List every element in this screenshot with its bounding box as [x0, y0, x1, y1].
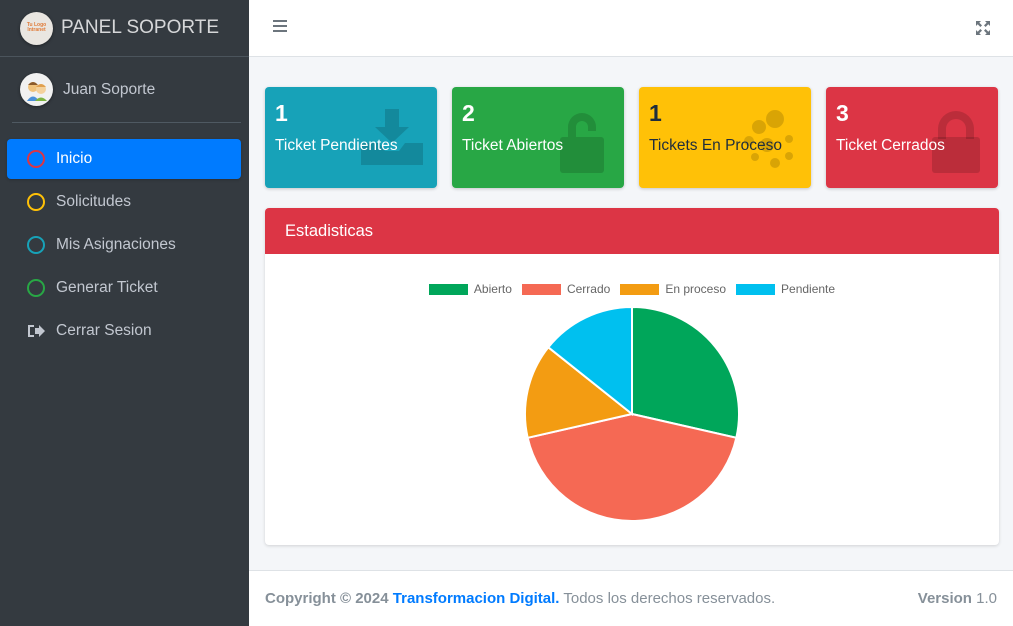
brand-title: PANEL SOPORTE	[61, 17, 220, 38]
legend-swatch	[736, 283, 776, 295]
version-label: Version	[917, 590, 972, 607]
footer: Copyright © 2024 Transformacion Digital.…	[249, 570, 1013, 626]
legend-item-pendiente[interactable]: Pendiente	[736, 282, 835, 296]
stat-label: Ticket Cerrados	[836, 137, 945, 154]
sidebar-item-generar-ticket[interactable]: Generar Ticket	[7, 268, 241, 308]
sidebar-item-label: Solicitudes	[56, 193, 131, 210]
user-panel[interactable]: Juan Soporte	[12, 57, 241, 123]
circle-icon	[27, 279, 45, 297]
stat-label: Ticket Pendientes	[275, 137, 398, 154]
sidebar-item-label: Cerrar Sesion	[56, 322, 152, 339]
company-link[interactable]: Transformacion Digital.	[393, 590, 560, 607]
stat-box-pendientes[interactable]: 1 Ticket Pendientes	[265, 87, 437, 188]
version-number: 1.0	[976, 590, 997, 607]
sidebar-item-inicio[interactable]: Inicio	[7, 139, 241, 179]
legend-label: Cerrado	[566, 282, 611, 296]
user-name: Juan Soporte	[63, 80, 156, 98]
legend-item-abierto[interactable]: Abierto	[428, 282, 512, 296]
brand-link[interactable]: Tu Logo Intranet PANEL SOPORTE	[0, 0, 249, 57]
fullscreen-icon[interactable]	[975, 20, 991, 36]
avatar-icon	[26, 81, 47, 101]
stat-label: Tickets En Proceso	[649, 137, 782, 154]
brand-logo: Tu Logo Intranet	[20, 11, 53, 45]
sidebar-item-solicitudes[interactable]: Solicitudes	[7, 182, 241, 222]
sidebar-item-label: Inicio	[56, 150, 93, 167]
circle-icon	[27, 193, 45, 211]
chart-legend: Abierto Cerrado En proceso Pendiente	[265, 282, 999, 296]
legend-swatch	[620, 283, 660, 295]
stat-boxes: 1 Ticket Pendientes 2 Ticket Abiertos 1 …	[265, 87, 998, 188]
legend-item-en-proceso[interactable]: En proceso	[620, 282, 726, 296]
legend-label: Pendiente	[781, 282, 836, 296]
sign-out-icon	[27, 322, 45, 340]
sidebar-item-mis-asignaciones[interactable]: Mis Asignaciones	[7, 225, 241, 265]
menu-toggle-icon[interactable]	[273, 20, 287, 34]
logo-text: Tu Logo Intranet	[26, 22, 47, 33]
card-title: Estadisticas	[265, 208, 999, 254]
legend-label: Abierto	[473, 282, 512, 296]
stat-label: Ticket Abiertos	[462, 137, 564, 154]
stat-box-en-proceso[interactable]: 1 Tickets En Proceso	[639, 87, 811, 188]
legend-label: En proceso	[665, 282, 727, 296]
stats-card: Estadisticas Abierto Cerrado En proceso Pen…	[265, 208, 999, 545]
legend-swatch	[521, 283, 561, 295]
copyright-text: Copyright © 2024	[265, 590, 389, 607]
circle-icon	[27, 236, 45, 254]
circle-icon	[27, 150, 45, 168]
sidebar-nav: Inicio Solicitudes Mis Asignaciones Gene…	[0, 139, 249, 351]
pie-chart	[524, 305, 740, 522]
sidebar-item-label: Mis Asignaciones	[56, 236, 176, 253]
stat-box-abiertos[interactable]: 2 Ticket Abiertos	[452, 87, 624, 188]
sidebar-item-label: Generar Ticket	[56, 279, 158, 296]
legend-swatch	[428, 283, 468, 295]
sidebar: Tu Logo Intranet PANEL SOPORTE Juan Sopo…	[0, 0, 249, 626]
footer-version: Version 1.0	[918, 590, 997, 607]
rights-text: Todos los derechos reservados.	[563, 590, 776, 607]
top-navbar	[249, 0, 1013, 57]
footer-copyright: Copyright © 2024 Transformacion Digital.…	[265, 590, 775, 607]
stat-box-cerrados[interactable]: 3 Ticket Cerrados	[826, 87, 998, 188]
user-avatar	[20, 73, 53, 106]
sidebar-item-cerrar-sesion[interactable]: Cerrar Sesion	[7, 311, 241, 351]
legend-item-cerrado[interactable]: Cerrado	[521, 282, 611, 296]
